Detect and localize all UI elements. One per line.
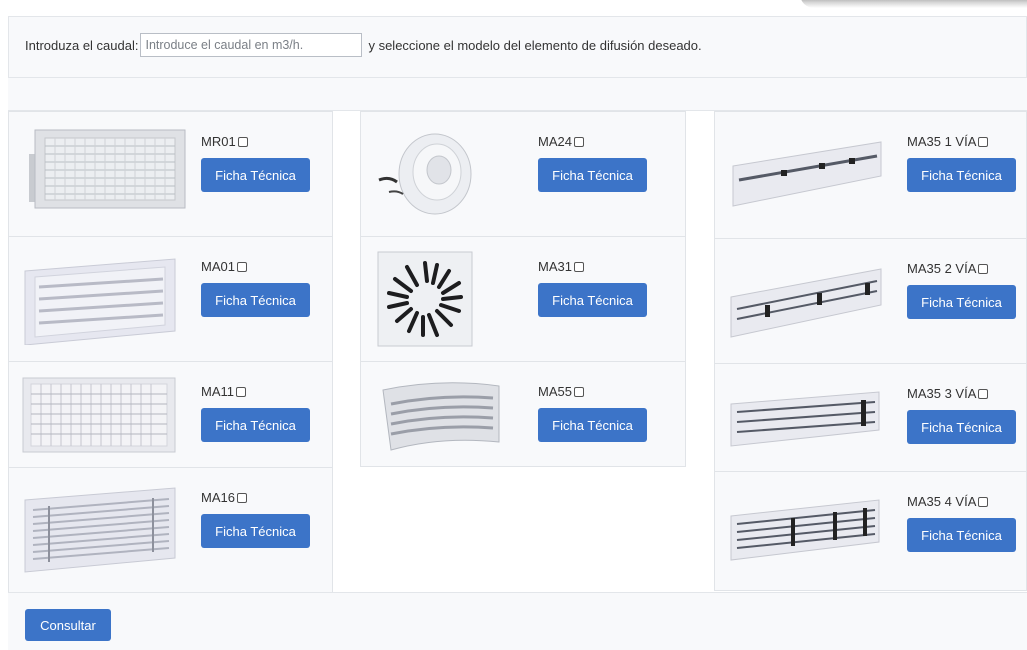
flow-input[interactable]: [140, 33, 363, 57]
datasheet-button[interactable]: Ficha Técnica: [201, 514, 310, 548]
model-label: MA31: [538, 259, 584, 274]
product-card-ma11: MA11 Ficha Técnica: [8, 361, 333, 468]
product-card-ma24: MA24 Ficha Técnica: [360, 111, 686, 237]
flow-input-bar: Introduza el caudal: y seleccione el mod…: [8, 16, 1027, 78]
model-label: MR01: [201, 134, 248, 149]
product-card-ma35-3: MA35 3 VÍA Ficha Técnica: [714, 363, 1027, 472]
ma24-image: [378, 133, 472, 215]
datasheet-button[interactable]: Ficha Técnica: [907, 518, 1016, 552]
model-label: MA35 3 VÍA: [907, 386, 989, 401]
ma11-image: [22, 377, 176, 453]
model-label: MA35 1 VÍA: [907, 134, 989, 149]
select-checkbox[interactable]: [236, 386, 246, 397]
datasheet-button[interactable]: Ficha Técnica: [201, 408, 310, 442]
model-label: MA16: [201, 490, 247, 505]
product-card-ma35-4: MA35 4 VÍA Ficha Técnica: [714, 471, 1027, 591]
consult-button[interactable]: Consultar: [25, 609, 111, 641]
select-checkbox[interactable]: [573, 386, 584, 397]
model-label: MA55: [538, 384, 584, 399]
model-label: MA35 2 VÍA: [907, 261, 989, 276]
select-checkbox[interactable]: [573, 136, 584, 147]
product-card-mr01: MR01 Ficha Técnica: [8, 111, 333, 237]
separator-strip: [8, 78, 1027, 111]
datasheet-button[interactable]: Ficha Técnica: [538, 408, 647, 442]
product-card-ma35-2: MA35 2 VÍA Ficha Técnica: [714, 238, 1027, 364]
flow-instructions: y seleccione el modelo del elemento de d…: [368, 37, 702, 53]
product-card-ma35-1: MA35 1 VÍA Ficha Técnica: [714, 111, 1027, 239]
flow-label: Introduza el caudal:: [25, 37, 139, 53]
model-label: MA24: [538, 134, 584, 149]
select-checkbox[interactable]: [236, 492, 247, 503]
select-checkbox[interactable]: [573, 261, 584, 272]
select-checkbox[interactable]: [978, 388, 989, 399]
ma35-4-image: [730, 499, 880, 561]
select-checkbox[interactable]: [236, 261, 247, 272]
product-card-ma16: MA16 Ficha Técnica: [8, 467, 333, 593]
top-shadow-decoration: [800, 0, 1027, 8]
product-card-ma31: MA31 Ficha Técnica: [360, 236, 686, 362]
datasheet-button[interactable]: Ficha Técnica: [907, 158, 1016, 192]
datasheet-button[interactable]: Ficha Técnica: [538, 283, 647, 317]
model-label: MA01: [201, 259, 247, 274]
select-checkbox[interactable]: [978, 496, 989, 507]
ma35-1-image: [732, 141, 882, 207]
select-checkbox[interactable]: [237, 136, 248, 147]
ma35-2-image: [730, 268, 882, 338]
ma16-image: [24, 487, 176, 573]
ma35-3-image: [730, 391, 880, 447]
datasheet-button[interactable]: Ficha Técnica: [907, 285, 1016, 319]
model-label: MA11: [201, 384, 246, 399]
ma31-image: [377, 251, 473, 347]
datasheet-button[interactable]: Ficha Técnica: [201, 158, 310, 192]
form-footer: Consultar: [8, 592, 1027, 650]
model-label: MA35 4 VÍA: [907, 494, 989, 509]
datasheet-button[interactable]: Ficha Técnica: [201, 283, 310, 317]
select-checkbox[interactable]: [978, 263, 989, 274]
datasheet-button[interactable]: Ficha Técnica: [538, 158, 647, 192]
ma55-image: [382, 382, 500, 451]
product-card-ma01: MA01 Ficha Técnica: [8, 236, 333, 362]
mr01-image: [29, 129, 186, 209]
product-card-ma55: MA55 Ficha Técnica: [360, 361, 686, 467]
datasheet-button[interactable]: Ficha Técnica: [907, 410, 1016, 444]
ma01-image: [24, 258, 176, 345]
select-checkbox[interactable]: [978, 136, 989, 147]
